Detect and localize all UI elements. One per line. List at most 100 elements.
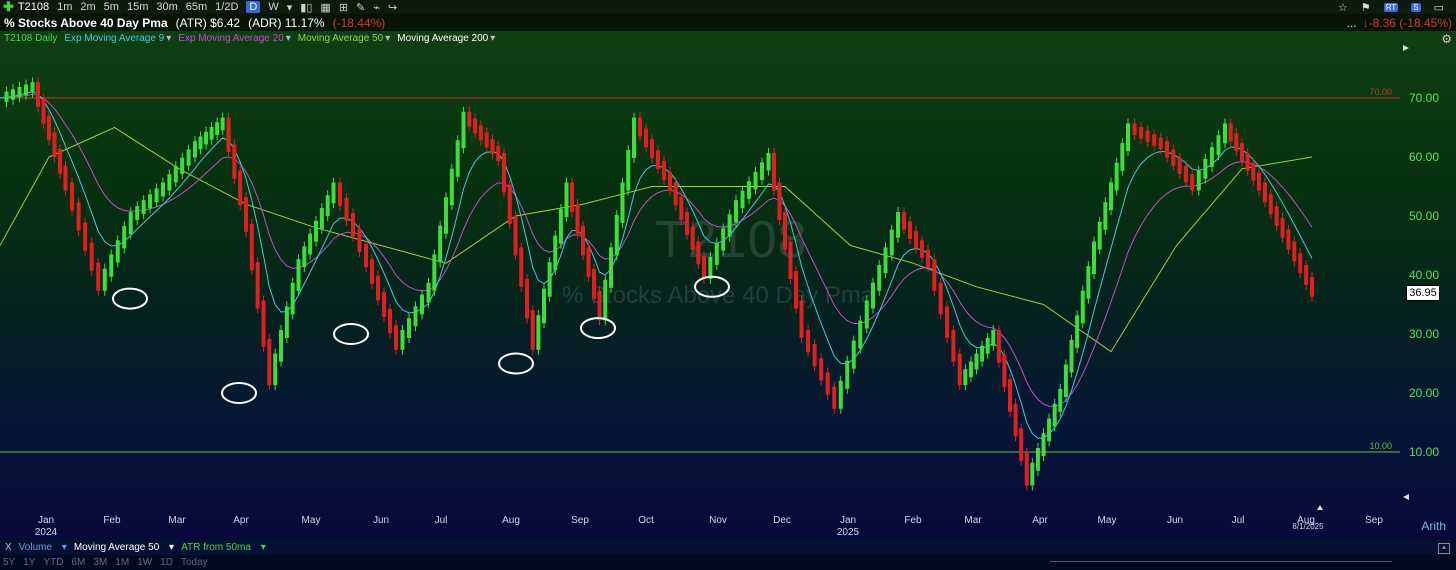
candle-body <box>484 132 489 148</box>
candle-body <box>186 149 191 166</box>
ma50-indicator[interactable]: Moving Average 50 ▾ <box>74 542 174 553</box>
candle-body <box>461 111 466 149</box>
candle-body <box>432 254 437 291</box>
candle-body <box>1035 448 1040 471</box>
close-panel-icon[interactable]: X <box>5 542 12 553</box>
candle-body <box>812 344 817 367</box>
candle-body <box>883 247 888 274</box>
candle-body <box>382 292 386 317</box>
candle-body <box>1245 153 1250 171</box>
chart-settings-icon[interactable]: ⚙ <box>1441 32 1452 46</box>
range-6m[interactable]: 6M <box>71 557 85 568</box>
candle-body <box>209 127 214 140</box>
candle-body <box>620 182 625 223</box>
candle-body <box>668 171 672 191</box>
range-1y[interactable]: 1Y <box>23 557 35 568</box>
candle-body <box>1209 147 1214 167</box>
range-1w[interactable]: 1W <box>137 557 152 568</box>
candle-body <box>180 157 185 174</box>
candle-body <box>1069 339 1074 373</box>
scale-mode[interactable]: Arith <box>1421 519 1446 533</box>
price-chart[interactable]: 70.00 10.00 10.00 20.00 30.00 40.00 50.00 60.00… <box>0 0 1456 540</box>
candle-body <box>255 262 260 309</box>
legend-ema9[interactable]: Exp Moving Average 9 ▾ <box>64 33 171 44</box>
x-month-label: Nov <box>709 515 727 526</box>
candle-body <box>991 330 996 346</box>
candle-body <box>1075 315 1080 348</box>
candle-body <box>502 153 506 193</box>
candle-body <box>308 233 313 255</box>
candle-body <box>135 206 140 220</box>
candle-body <box>932 259 937 291</box>
candle-body <box>394 325 398 350</box>
candle-body <box>638 117 642 137</box>
y-tick-label: 20.00 <box>1409 386 1439 400</box>
candle-body <box>558 209 563 244</box>
x-month-label: Jan <box>38 515 54 526</box>
candle-body <box>1041 433 1046 456</box>
candle-body <box>1008 379 1012 412</box>
y-tick-label: 30.00 <box>1409 327 1439 341</box>
expand-panel-icon[interactable]: ▴ <box>1438 543 1450 554</box>
range-today[interactable]: Today <box>181 557 208 568</box>
volume-indicator[interactable]: Volume ▾ <box>19 542 67 553</box>
x-year-label: 2025 <box>837 527 860 538</box>
x-month-label: Dec <box>773 515 791 526</box>
range-5y[interactable]: 5Y <box>3 557 15 568</box>
x-month-label: Jul <box>435 515 448 526</box>
candle-body <box>799 300 804 338</box>
candle-body <box>838 380 843 409</box>
candle-body <box>530 310 535 350</box>
lower-panel-legend: X Volume ▾ Moving Average 50 ▾ ATR from … <box>0 540 1456 555</box>
x-year-label: 2024 <box>35 527 58 538</box>
candle-body <box>467 111 472 127</box>
circled-low-marker <box>333 323 369 345</box>
candle-body <box>864 300 869 329</box>
range-ytd[interactable]: YTD <box>43 557 63 568</box>
candle-body <box>513 215 518 256</box>
legend-ma200[interactable]: Moving Average 200 ▾ <box>397 33 495 44</box>
candle-body <box>314 220 318 242</box>
range-3m[interactable]: 3M <box>93 557 107 568</box>
candle-body <box>920 240 924 258</box>
reference-label-10: 10.00 <box>1369 441 1392 451</box>
legend-ma50[interactable]: Moving Average 50 ▾ <box>298 33 390 44</box>
candle-body <box>747 181 751 199</box>
candle-body <box>1257 172 1261 191</box>
candle-body <box>1158 137 1163 150</box>
time-scrollbar[interactable] <box>1050 561 1392 562</box>
ema20-line <box>0 93 1313 407</box>
candle-body <box>238 170 243 206</box>
candle-body <box>1080 290 1085 324</box>
candle-body <box>708 256 713 279</box>
candle-body <box>1019 428 1024 461</box>
legend-t2108-daily[interactable]: T2108 Daily <box>4 33 57 44</box>
candle-body <box>632 117 636 159</box>
candle-body <box>547 262 552 297</box>
candle-body <box>1092 241 1096 275</box>
atr-indicator[interactable]: ATR from 50ma ▾ <box>181 542 266 553</box>
candle-body <box>536 315 541 350</box>
legend-ema20[interactable]: Exp Moving Average 20 ▾ <box>178 33 290 44</box>
range-1m[interactable]: 1M <box>115 557 129 568</box>
candle-body <box>193 141 197 158</box>
candle-body <box>851 340 856 369</box>
candle-body <box>945 306 950 338</box>
candle-body <box>325 195 330 217</box>
candle-body <box>951 330 956 362</box>
candle-body <box>963 369 968 386</box>
y-tick-label: 50.00 <box>1409 209 1439 223</box>
candle-body <box>357 228 362 252</box>
candle-body <box>388 308 392 334</box>
range-1d[interactable]: 1D <box>160 557 173 568</box>
candle-body <box>772 153 776 191</box>
candle-body <box>1234 133 1239 152</box>
candle-body <box>1165 141 1170 158</box>
candle-body <box>338 182 342 206</box>
candle-body <box>902 212 906 230</box>
x-month-label: Apr <box>233 515 249 526</box>
candle-body <box>220 117 225 131</box>
circled-low-marker <box>498 352 534 375</box>
candle-body <box>985 337 990 354</box>
candle-body <box>115 240 120 263</box>
